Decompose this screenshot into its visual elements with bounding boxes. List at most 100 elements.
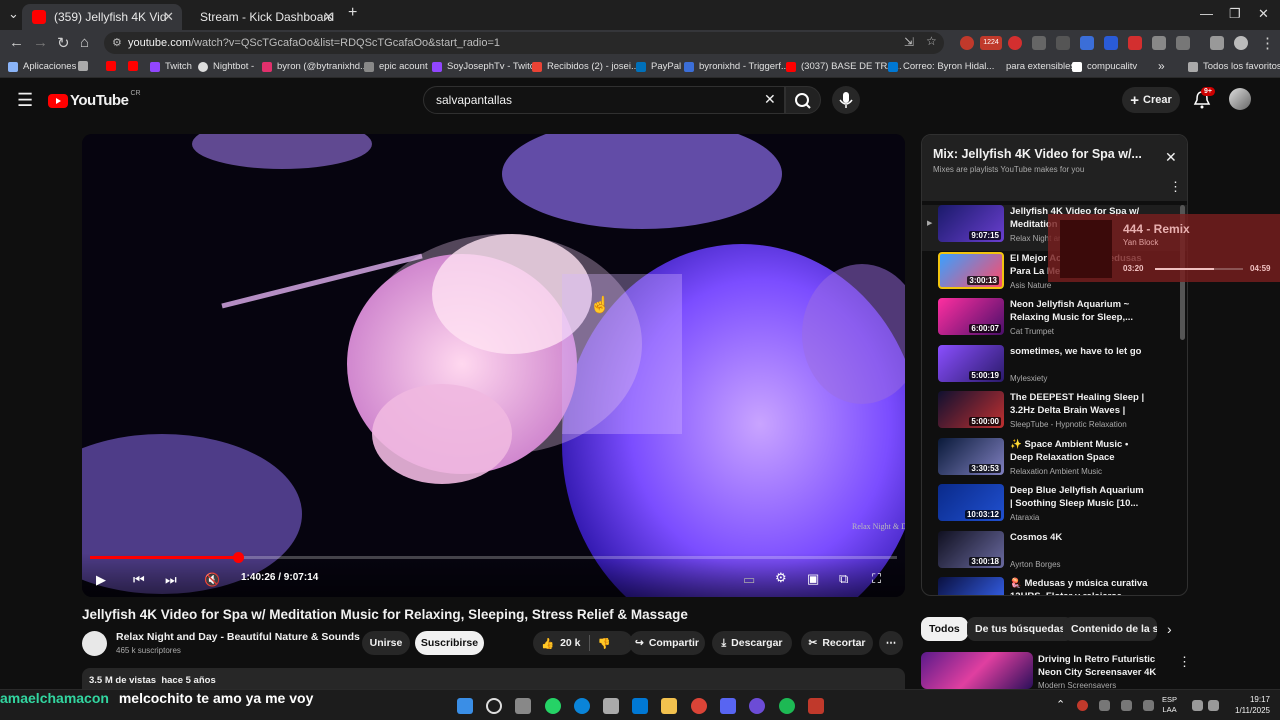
tray-icon[interactable] — [1099, 700, 1110, 711]
volume-icon[interactable] — [1208, 700, 1219, 711]
playlist-item[interactable]: 3:00:18 Cosmos 4K Ayrton Borges — [922, 530, 1187, 577]
extensions-puzzle-icon[interactable] — [1176, 36, 1190, 50]
notifications-button[interactable]: 9+ — [1193, 87, 1215, 115]
playlist-item[interactable]: 10:03:12 Deep Blue Jellyfish Aquarium | S… — [922, 484, 1187, 530]
extension-icon[interactable] — [1032, 36, 1046, 50]
chip-all[interactable]: Todos — [921, 617, 968, 641]
settings-gear-icon[interactable]: ⚙ — [775, 570, 787, 586]
bookmark-youtube-2[interactable] — [128, 61, 143, 71]
close-tab-icon[interactable]: ✕ — [323, 9, 334, 25]
extension-icon[interactable] — [1056, 36, 1070, 50]
bookmark-soyjoseph[interactable]: SoyJosephTv - Twitch — [432, 61, 540, 72]
more-actions-button[interactable]: ⋯ — [879, 631, 903, 655]
store-icon[interactable] — [603, 698, 619, 714]
outlook-icon[interactable] — [632, 698, 648, 714]
bookmark-gmail[interactable]: Recibidos (2) - josei... — [532, 61, 639, 72]
subscribe-button[interactable]: Suscribirse — [415, 631, 484, 655]
restore-icon[interactable]: ❐ — [1229, 6, 1241, 22]
search-input[interactable]: salvapantallas ✕ — [423, 86, 785, 114]
bookmark-paypal[interactable]: PayPal — [636, 61, 681, 72]
fullscreen-icon[interactable]: ⛶ — [872, 571, 881, 587]
channel-name[interactable]: Relax Night and Day - Beautiful Nature &… — [116, 631, 360, 643]
new-tab-button[interactable]: + — [348, 4, 357, 22]
bookmark-base[interactable]: (3037) BASE DE TRA... — [786, 61, 902, 72]
bookmark-epic[interactable]: epic acount — [364, 61, 428, 72]
address-bar[interactable]: ⚙ youtube.com/watch?v=QScTGcafaOo&list=R… — [104, 32, 944, 54]
tab-youtube[interactable]: (359) Jellyfish 4K Video for Spa ✕ — [22, 4, 182, 30]
clock[interactable]: 19:17 1/11/2025 — [1226, 694, 1270, 716]
playlist-item[interactable]: 3:30:53 ✨ Space Ambient Music • Deep Rela… — [922, 437, 1187, 484]
back-icon[interactable]: ← — [9, 34, 24, 51]
clip-button[interactable]: ✂ Recortar — [801, 631, 873, 655]
video-player[interactable]: Relax Night & Day — [82, 134, 905, 597]
app-icon[interactable] — [808, 698, 824, 714]
create-button[interactable]: + Crear — [1122, 87, 1180, 113]
clear-search-icon[interactable]: ✕ — [764, 91, 776, 108]
bookmark-apps[interactable]: Aplicaciones — [8, 61, 76, 72]
play-button[interactable]: ▶ — [96, 572, 106, 588]
extension-badge[interactable]: 1224 — [980, 36, 1002, 50]
extension-icon[interactable] — [960, 36, 974, 50]
home-icon[interactable]: ⌂ — [80, 34, 89, 51]
bookmark-nightbot[interactable]: Nightbot - — [198, 61, 254, 72]
channel-avatar[interactable] — [82, 631, 107, 656]
close-tab-icon[interactable]: ✕ — [163, 9, 174, 25]
playlist-item[interactable]: 5:00:19 sometimes, we have to let go Myles… — [922, 344, 1187, 391]
search-button[interactable] — [785, 86, 821, 114]
recommended-thumbnail[interactable] — [921, 652, 1033, 689]
recommended-menu-icon[interactable]: ⋮ — [1178, 654, 1191, 670]
reading-list-icon[interactable] — [1210, 36, 1224, 50]
extension-icon[interactable] — [1128, 36, 1142, 50]
chip-from-searches[interactable]: De tus búsquedas — [967, 617, 1074, 641]
file-explorer-icon[interactable] — [661, 698, 677, 714]
forward-icon[interactable]: → — [33, 34, 48, 51]
theater-mode-icon[interactable]: ▣ — [807, 571, 819, 587]
minimize-icon[interactable]: — — [1200, 6, 1213, 21]
next-button[interactable]: ⏭ — [165, 572, 177, 588]
progress-scrubber[interactable] — [232, 552, 244, 563]
chip-related[interactable]: Contenido de la se — [1063, 617, 1157, 641]
extension-icon[interactable] — [1008, 36, 1022, 50]
close-window-icon[interactable]: ✕ — [1258, 6, 1269, 22]
edge-icon[interactable] — [574, 698, 590, 714]
tray-chevron-icon[interactable]: ⌃ — [1056, 698, 1065, 711]
recommended-title[interactable]: Driving In Retro Futuristic Neon City Sc… — [1038, 653, 1178, 679]
site-info-icon[interactable]: ⚙ — [112, 36, 122, 49]
menu-kebab-icon[interactable]: ⋮ — [1260, 34, 1275, 52]
progress-bar[interactable] — [90, 552, 897, 563]
bookmark-grid[interactable] — [78, 61, 93, 71]
account-avatar[interactable] — [1229, 88, 1251, 110]
playlist-item[interactable]: 6:00:07 Neon Jellyfish Aquarium ~ Relaxin… — [922, 298, 1187, 344]
tray-icon[interactable] — [1121, 700, 1132, 711]
language-indicator[interactable]: ESP LAA — [1162, 695, 1177, 715]
tab-search-chevron-icon[interactable]: ⌄ — [8, 6, 19, 22]
search-icon[interactable] — [486, 698, 502, 714]
profile-avatar[interactable] — [1234, 36, 1248, 50]
app-icon[interactable] — [749, 698, 765, 714]
extension-icon[interactable] — [1152, 36, 1166, 50]
all-bookmarks[interactable]: Todos los favoritos — [1188, 61, 1280, 72]
voice-search-button[interactable] — [832, 86, 860, 114]
discord-icon[interactable] — [720, 698, 736, 714]
bookmark-star-icon[interactable]: ☆ — [926, 34, 937, 48]
bookmark-triggerfyre[interactable]: byronixhd - Triggerf... — [684, 61, 789, 72]
bookmark-compucalitv[interactable]: compucalitv — [1072, 61, 1137, 72]
bookmark-youtube[interactable] — [106, 61, 121, 71]
tray-icon[interactable] — [1143, 700, 1154, 711]
spotify-icon[interactable] — [779, 698, 795, 714]
playlist-item[interactable]: 5:00:00 The DEEPEST Healing Sleep | 3.2Hz… — [922, 391, 1187, 437]
playlist-item[interactable]: 🪼 Medusas y música curativa 12HRS. Flota… — [922, 577, 1187, 595]
bookmark-instagram[interactable]: byron (@bytranixhd... — [262, 61, 368, 72]
youtube-logo[interactable]: YouTube CR — [48, 90, 141, 109]
mute-button[interactable]: 🔇 — [204, 572, 220, 588]
close-playlist-icon[interactable]: ✕ — [1165, 149, 1177, 166]
whatsapp-icon[interactable] — [545, 698, 561, 714]
chips-next-icon[interactable]: › — [1167, 621, 1172, 637]
chrome-icon[interactable] — [691, 698, 707, 714]
bookmark-twitch[interactable]: Twitch — [150, 61, 192, 72]
network-icon[interactable] — [1192, 700, 1203, 711]
more-bookmarks-icon[interactable]: » — [1158, 59, 1165, 73]
reload-icon[interactable]: ↻ — [57, 34, 70, 52]
bookmark-extensibles[interactable]: para extensibles — [1006, 61, 1075, 72]
cast-icon[interactable]: ⧉ — [839, 571, 848, 587]
